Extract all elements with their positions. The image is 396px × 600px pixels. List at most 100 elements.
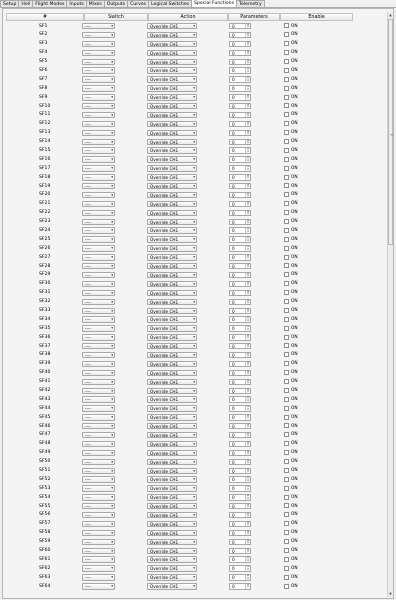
switch-select[interactable]: ---- ▾ (82, 120, 115, 128)
parameter-spinbox[interactable]: 0 ▴ ▾ (229, 156, 251, 163)
action-select[interactable]: Override CH1 ▾ (147, 556, 197, 563)
tab-curves[interactable]: Curves (127, 0, 150, 7)
spin-arrows-icon[interactable]: ▴ ▾ (245, 343, 250, 349)
enable-checkbox[interactable] (284, 147, 289, 153)
parameter-spinbox[interactable]: 0 ▴ ▾ (229, 138, 251, 145)
enable-checkbox[interactable] (284, 85, 289, 91)
enable-checkbox[interactable] (284, 210, 289, 216)
switch-select[interactable]: ---- ▾ (82, 583, 115, 590)
enable-checkbox[interactable] (284, 58, 289, 64)
parameter-spinbox[interactable]: 0 ▴ ▾ (229, 583, 251, 590)
spin-arrows-icon[interactable]: ▴ ▾ (245, 228, 250, 233)
switch-select[interactable]: ---- ▾ (82, 236, 115, 243)
action-select[interactable]: Override CH1 ▾ (147, 334, 197, 341)
parameter-spinbox[interactable]: 0 ▴ ▾ (229, 174, 251, 181)
action-select[interactable]: Override CH1 ▾ (147, 49, 197, 57)
switch-select[interactable]: ---- ▾ (82, 387, 115, 394)
switch-select[interactable]: ---- ▾ (82, 467, 115, 474)
enable-checkbox[interactable] (284, 94, 289, 100)
switch-select[interactable]: ---- ▾ (82, 58, 115, 65)
switch-select[interactable]: ---- ▾ (82, 538, 115, 546)
switch-select[interactable]: ---- ▾ (82, 458, 115, 466)
enable-checkbox[interactable] (284, 565, 289, 571)
enable-checkbox[interactable] (284, 218, 289, 224)
switch-select[interactable]: ---- ▾ (82, 360, 115, 368)
switch-select[interactable]: ---- ▾ (82, 227, 115, 234)
action-select[interactable]: Override CH1 ▾ (147, 245, 197, 252)
action-select[interactable]: Override CH1 ▾ (147, 58, 197, 65)
enable-checkbox[interactable] (284, 23, 289, 29)
spin-arrows-icon[interactable]: ▴ ▾ (245, 148, 250, 153)
parameter-spinbox[interactable]: 0 ▴ ▾ (229, 298, 251, 305)
enable-checkbox[interactable] (284, 494, 289, 500)
action-select[interactable]: Override CH1 ▾ (147, 343, 197, 350)
switch-select[interactable]: ---- ▾ (82, 414, 115, 421)
enable-checkbox[interactable] (284, 539, 289, 545)
spin-arrows-icon[interactable]: ▴ ▾ (245, 414, 250, 420)
action-select[interactable]: Override CH1 ▾ (147, 369, 197, 377)
spin-arrows-icon[interactable]: ▴ ▾ (245, 476, 250, 482)
enable-checkbox[interactable] (284, 583, 289, 589)
switch-select[interactable]: ---- ▾ (82, 325, 115, 332)
enable-checkbox[interactable] (284, 370, 289, 376)
spin-arrows-icon[interactable]: ▴ ▾ (245, 94, 250, 100)
action-select[interactable]: Override CH1 ▾ (147, 520, 197, 528)
enable-checkbox[interactable] (284, 503, 289, 509)
switch-select[interactable]: ---- ▾ (82, 245, 115, 252)
spin-arrows-icon[interactable]: ▴ ▾ (245, 530, 250, 536)
switch-select[interactable]: ---- ▾ (82, 289, 115, 297)
parameter-spinbox[interactable]: 0 ▴ ▾ (229, 334, 251, 341)
spin-arrows-icon[interactable]: ▴ ▾ (245, 263, 250, 269)
parameter-spinbox[interactable]: 0 ▴ ▾ (229, 263, 251, 270)
enable-checkbox[interactable] (284, 307, 289, 313)
action-select[interactable]: Override CH1 ▾ (147, 31, 197, 39)
switch-select[interactable]: ---- ▾ (82, 111, 115, 119)
switch-select[interactable]: ---- ▾ (82, 307, 115, 314)
enable-checkbox[interactable] (284, 316, 289, 322)
spin-arrows-icon[interactable]: ▴ ▾ (245, 539, 250, 545)
tab-setup[interactable]: Setup (0, 0, 20, 7)
action-select[interactable]: Override CH1 ▾ (147, 583, 197, 590)
switch-select[interactable]: ---- ▾ (82, 138, 115, 145)
enable-checkbox[interactable] (284, 352, 289, 358)
parameter-spinbox[interactable]: 0 ▴ ▾ (229, 147, 251, 154)
parameter-spinbox[interactable]: 0 ▴ ▾ (229, 191, 251, 199)
enable-checkbox[interactable] (284, 467, 289, 473)
action-select[interactable]: Override CH1 ▾ (147, 236, 197, 243)
enable-checkbox[interactable] (284, 32, 289, 38)
action-select[interactable]: Override CH1 ▾ (147, 511, 197, 519)
parameter-spinbox[interactable]: 0 ▴ ▾ (229, 307, 251, 314)
action-select[interactable]: Override CH1 ▾ (147, 423, 197, 430)
action-select[interactable]: Override CH1 ▾ (147, 111, 197, 119)
action-select[interactable]: Override CH1 ▾ (147, 485, 197, 492)
action-select[interactable]: Override CH1 ▾ (147, 449, 197, 457)
spin-arrows-icon[interactable]: ▴ ▾ (245, 254, 250, 260)
tab-inputs[interactable]: Inputs (66, 0, 87, 7)
action-select[interactable]: Override CH1 ▾ (147, 440, 197, 448)
enable-checkbox[interactable] (284, 76, 289, 82)
spin-arrows-icon[interactable]: ▴ ▾ (245, 316, 250, 322)
switch-select[interactable]: ---- ▾ (82, 503, 115, 510)
enable-checkbox[interactable] (284, 476, 289, 482)
switch-select[interactable]: ---- ▾ (82, 494, 115, 501)
enable-checkbox[interactable] (284, 41, 289, 47)
spin-arrows-icon[interactable]: ▴ ▾ (245, 59, 250, 64)
action-select[interactable]: Override CH1 ▾ (147, 191, 197, 199)
parameter-spinbox[interactable]: 0 ▴ ▾ (229, 209, 251, 217)
parameter-spinbox[interactable]: 0 ▴ ▾ (229, 111, 251, 119)
parameter-spinbox[interactable]: 0 ▴ ▾ (229, 529, 251, 537)
switch-select[interactable]: ---- ▾ (82, 85, 115, 92)
tab-special-functions[interactable]: Special Functions (191, 0, 237, 7)
action-select[interactable]: Override CH1 ▾ (147, 138, 197, 145)
parameter-spinbox[interactable]: 0 ▴ ▾ (229, 547, 251, 554)
switch-select[interactable]: ---- ▾ (82, 440, 115, 448)
spin-arrows-icon[interactable]: ▴ ▾ (245, 583, 250, 589)
spin-arrows-icon[interactable]: ▴ ▾ (245, 468, 250, 473)
parameter-spinbox[interactable]: 0 ▴ ▾ (229, 40, 251, 48)
parameter-spinbox[interactable]: 0 ▴ ▾ (229, 351, 251, 359)
tab-telemetry[interactable]: Telemetry (236, 0, 265, 7)
action-select[interactable]: Override CH1 ▾ (147, 529, 197, 537)
switch-select[interactable]: ---- ▾ (82, 103, 115, 110)
enable-checkbox[interactable] (284, 512, 289, 518)
enable-checkbox[interactable] (284, 432, 289, 438)
